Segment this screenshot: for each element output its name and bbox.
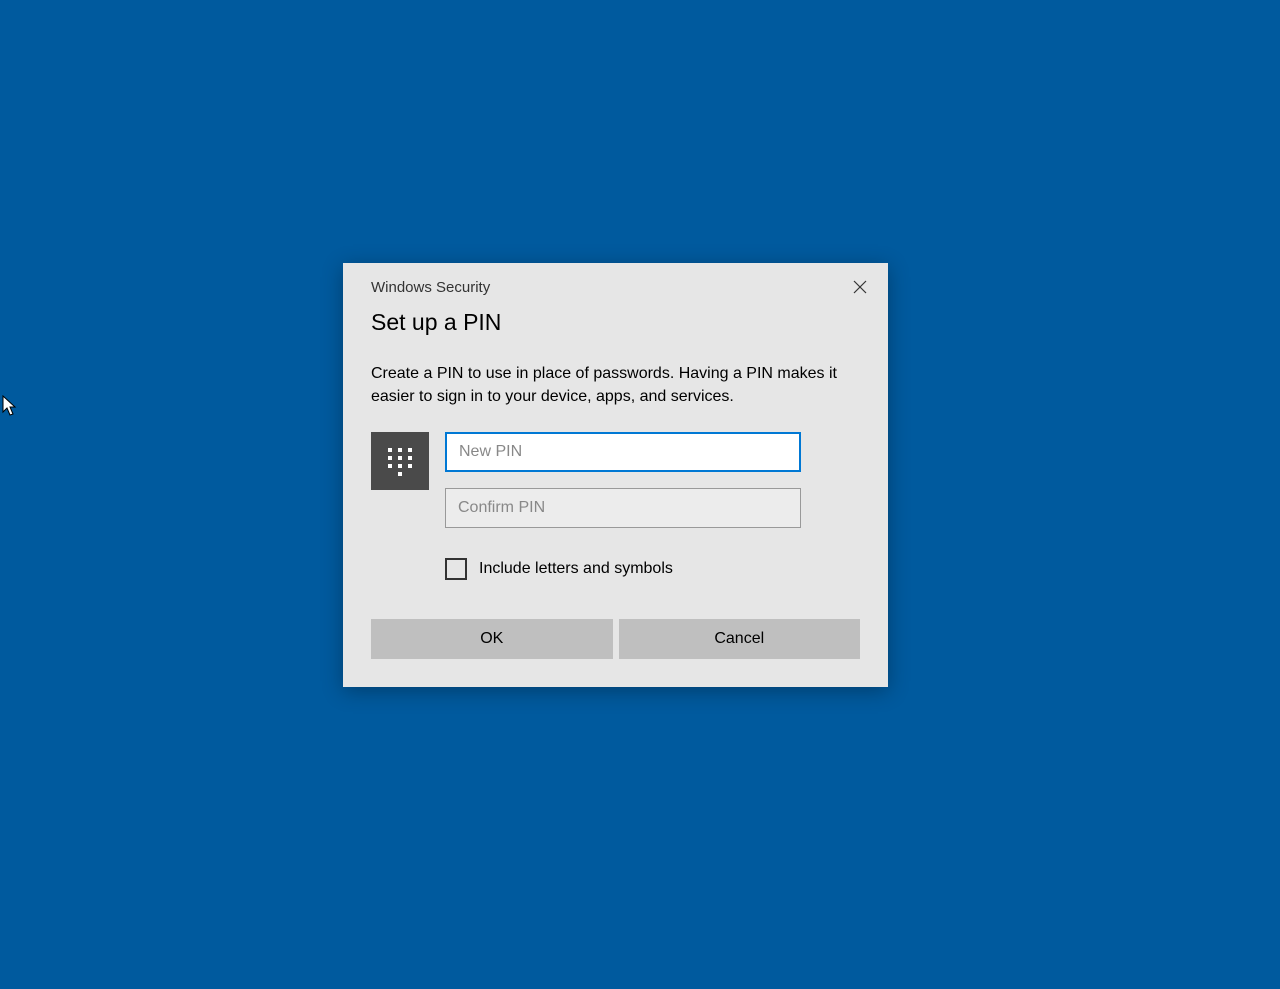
dialog-source-label: Windows Security — [371, 279, 490, 296]
ok-button[interactable]: OK — [371, 619, 613, 659]
close-icon — [853, 280, 867, 294]
keypad-icon — [371, 432, 429, 490]
dialog-title: Set up a PIN — [343, 301, 888, 336]
pin-setup-dialog: Windows Security Set up a PIN Create a P… — [343, 263, 888, 687]
include-letters-row: Include letters and symbols — [445, 558, 801, 580]
button-row: OK Cancel — [371, 619, 860, 659]
confirm-pin-input[interactable] — [445, 488, 801, 528]
close-button[interactable] — [846, 273, 874, 301]
input-section: Include letters and symbols — [343, 408, 888, 580]
dialog-description: Create a PIN to use in place of password… — [343, 336, 888, 408]
cancel-button[interactable]: Cancel — [619, 619, 861, 659]
include-letters-label[interactable]: Include letters and symbols — [479, 560, 673, 578]
inputs-column: Include letters and symbols — [445, 432, 801, 580]
dialog-header: Windows Security — [343, 263, 888, 301]
new-pin-input[interactable] — [445, 432, 801, 472]
mouse-cursor — [2, 395, 18, 419]
include-letters-checkbox[interactable] — [445, 558, 467, 580]
